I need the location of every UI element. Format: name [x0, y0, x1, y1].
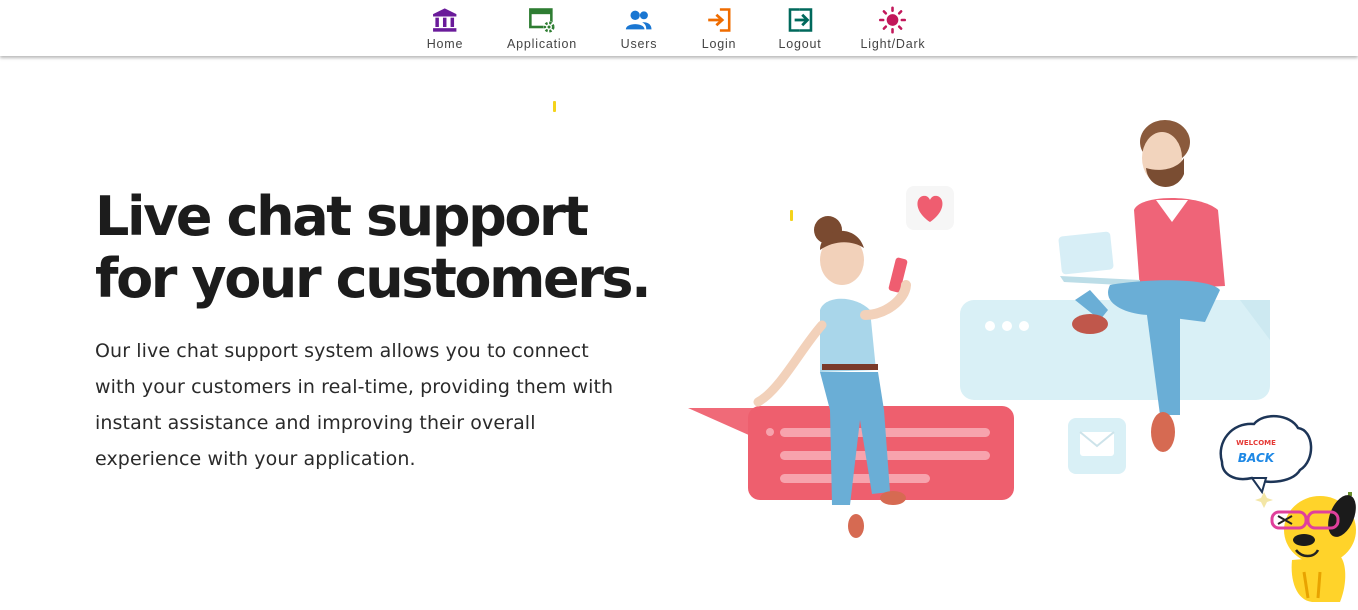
hero-description-line: Our live chat support system allows you … [95, 340, 589, 362]
mascot-welcome-text: WELCOME [1236, 439, 1276, 447]
mascot-graphic: WELCOME BACK [1219, 415, 1356, 602]
hero-description: Our live chat support system allows you … [95, 333, 675, 477]
nav-theme-label: Light/Dark [860, 37, 926, 51]
hero-title-line: Live chat support [95, 185, 589, 248]
blue-chat-bubble [960, 300, 1270, 400]
hero-title-line: for your customers. [95, 247, 652, 310]
nav-login[interactable]: Login [702, 6, 737, 54]
welcome-mascot[interactable]: WELCOME BACK [1212, 412, 1358, 605]
mail-card [1068, 418, 1126, 474]
app-settings-icon [529, 8, 555, 33]
users-icon [626, 10, 652, 30]
man-figure [1058, 120, 1225, 452]
nav-theme-toggle[interactable]: Light/Dark [861, 6, 926, 54]
nav-users-label: Users [620, 37, 658, 51]
hero-title: Live chat support for your customers. [95, 186, 715, 310]
sun-icon [879, 6, 907, 34]
heart-card [906, 186, 954, 230]
nav-home-label: Home [426, 37, 464, 51]
hero-description-line: experience with your application. [95, 448, 416, 470]
hero-description-line: instant assistance and improving their o… [95, 412, 536, 434]
top-navigation: Home Application Users Login Logout Ligh… [0, 0, 1358, 56]
yellow-dog-character [1270, 495, 1356, 602]
nav-application-label: Application [507, 37, 577, 51]
nav-logout-label: Logout [778, 37, 822, 51]
nav-home[interactable]: Home [427, 6, 464, 54]
nav-application[interactable]: Application [507, 6, 577, 54]
chat-support-illustration [688, 120, 1270, 538]
hero-description-line: with your customers in real-time, provid… [95, 376, 614, 398]
nav-logout[interactable]: Logout [778, 6, 821, 54]
sparkle-icon [1255, 492, 1273, 508]
mascot-back-text: BACK [1238, 451, 1276, 465]
nav-users[interactable]: Users [621, 6, 658, 54]
login-icon [708, 8, 731, 32]
speech-cloud: WELCOME BACK [1219, 415, 1313, 495]
logout-icon [788, 8, 812, 32]
nav-login-label: Login [701, 37, 737, 51]
confetti-decoration [553, 101, 556, 112]
bank-icon [433, 8, 457, 32]
